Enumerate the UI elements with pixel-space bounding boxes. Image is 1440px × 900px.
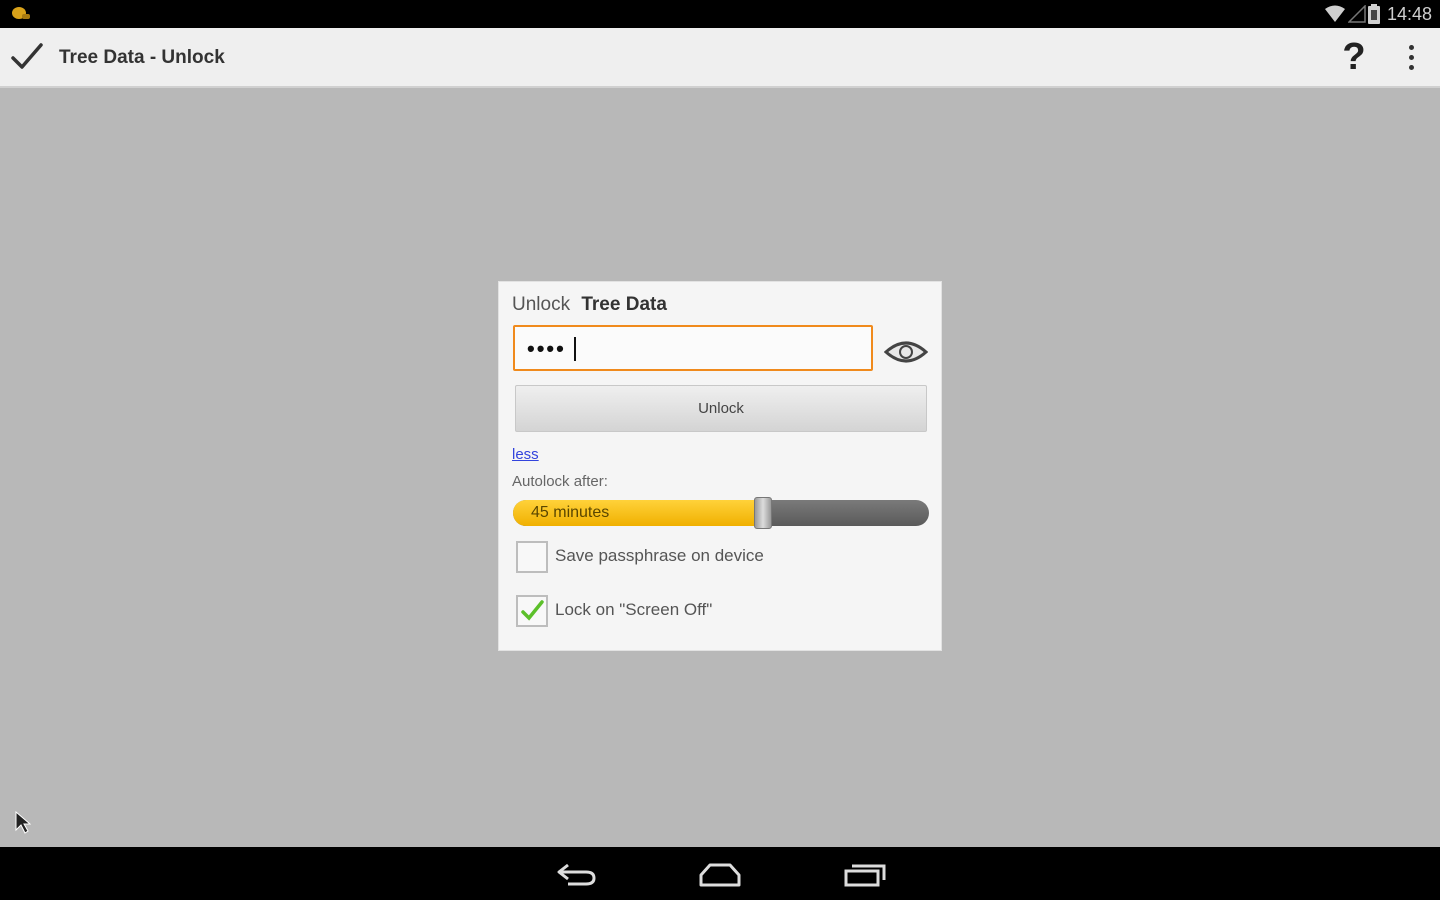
home-icon[interactable] [698, 859, 742, 889]
unlock-button[interactable]: Unlock [515, 385, 927, 432]
passphrase-masked-value: •••• [527, 336, 566, 361]
action-bar: Tree Data - Unlock ? [0, 28, 1440, 88]
save-passphrase-label: Save passphrase on device [555, 546, 764, 565]
dialog-title-prefix: Unlock [512, 294, 571, 315]
autolock-value: 45 minutes [531, 504, 610, 521]
status-clock: 14:48 [1386, 4, 1432, 24]
lock-screen-off-label: Lock on "Screen Off" [555, 600, 713, 619]
save-passphrase-option[interactable]: Save passphrase on device [516, 541, 796, 575]
status-bar: 14:48 [0, 0, 1440, 28]
checkmark-icon[interactable] [10, 42, 44, 72]
lock-screen-off-checkbox[interactable] [516, 595, 548, 627]
dialog-title-name: Tree Data [581, 294, 667, 315]
eye-icon[interactable] [884, 338, 928, 366]
less-link[interactable]: less [512, 446, 539, 463]
page-title: Tree Data - Unlock [59, 47, 225, 68]
app-notification-icon [12, 7, 30, 19]
passphrase-input[interactable]: •••• [513, 325, 873, 371]
help-button[interactable]: ? [1334, 34, 1374, 80]
mouse-pointer-icon [15, 811, 31, 834]
wifi-icon [1325, 5, 1345, 22]
autolock-label: Autolock after: [512, 473, 608, 490]
overflow-menu-icon[interactable] [1396, 40, 1426, 74]
navigation-bar [0, 847, 1440, 900]
save-passphrase-checkbox[interactable] [516, 541, 548, 573]
checkmark-icon [521, 600, 544, 621]
lock-screen-off-option[interactable]: Lock on "Screen Off" [516, 595, 756, 629]
dialog-title: Unlock Tree Data [512, 294, 667, 316]
signal-icon [1348, 5, 1366, 23]
back-icon[interactable] [554, 859, 598, 889]
recent-apps-icon[interactable] [843, 859, 887, 889]
autolock-slider-thumb[interactable] [753, 497, 772, 529]
unlock-dialog: Unlock Tree Data •••• Unlock less Autolo… [498, 281, 942, 651]
autolock-slider[interactable]: 45 minutes [513, 497, 929, 529]
battery-icon [1368, 4, 1380, 24]
text-caret [574, 337, 576, 361]
